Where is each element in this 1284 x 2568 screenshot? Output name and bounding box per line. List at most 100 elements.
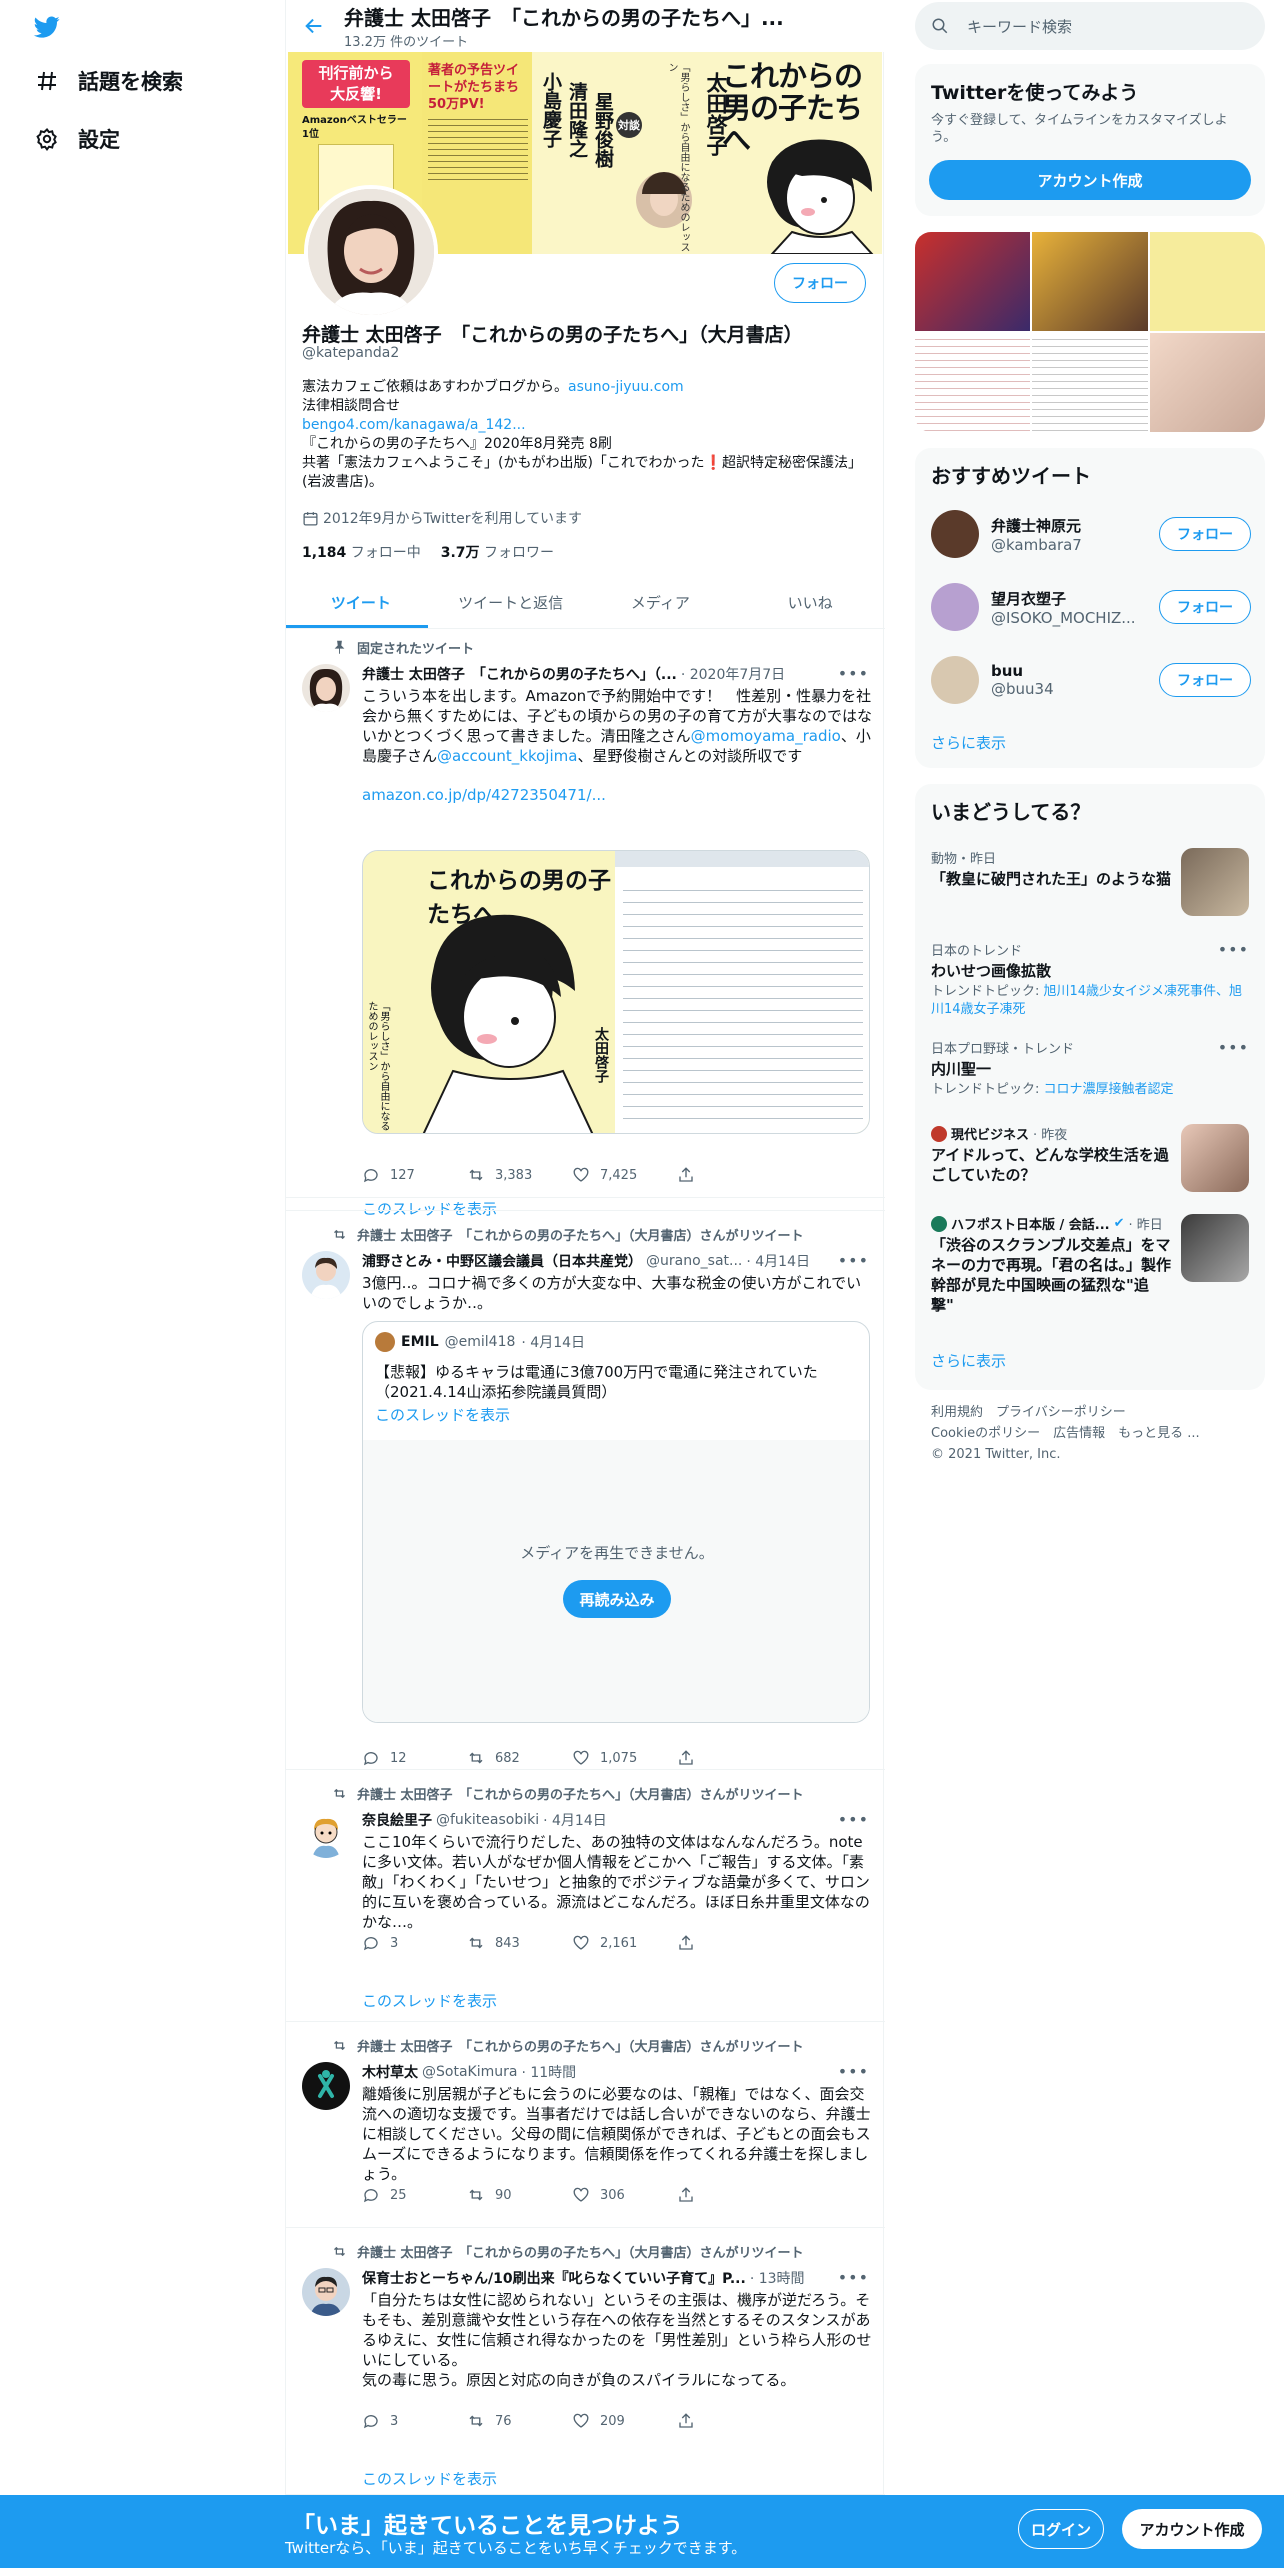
recommend-show-more[interactable]: さらに表示 <box>931 732 1006 753</box>
tweet-author-name[interactable]: 弁護士 太田啓子 「これからの男の子たちへ」（... <box>362 664 677 684</box>
tweet-author-name[interactable]: 奈良絵里子 <box>362 1810 432 1830</box>
recommend-follow-button[interactable]: フォロー <box>1159 517 1251 551</box>
trends-show-more[interactable]: さらに表示 <box>931 1350 1006 1371</box>
mention-link[interactable]: @account_kkojima <box>437 747 577 765</box>
trend-item[interactable]: 日本プロ野球・トレンド 内川聖一 トレンドトピック: コロナ濃厚接触者認定 <box>931 1038 1251 1099</box>
tweet-author-name[interactable]: 保育士おとーちゃん/10刷出来『叱らなくていい子育て』P... <box>362 2268 746 2288</box>
tab-media[interactable]: メディア <box>586 577 736 628</box>
login-button[interactable]: ログイン <box>1018 2509 1104 2549</box>
reload-button[interactable]: 再読み込み <box>563 1580 671 1618</box>
search-input[interactable]: キーワード検索 <box>967 16 1072 37</box>
retweet-button[interactable]: 682 <box>467 1749 572 1767</box>
retweet-button[interactable]: 76 <box>467 2412 572 2430</box>
tab-likes[interactable]: いいね <box>735 577 885 628</box>
tweet-retweet-hoikushi[interactable]: 弁護士 太田啓子 「これからの男の子たちへ」（大月書店）さんがリツイート 保育士… <box>286 2228 885 2495</box>
tab-tweets[interactable]: ツイート <box>286 577 436 628</box>
tab-tweets-replies[interactable]: ツイートと返信 <box>436 577 586 628</box>
media-thumb-2[interactable] <box>1032 232 1148 331</box>
trend-item[interactable]: 日本のトレンド わいせつ画像拡散 トレンドトピック: 旭川14歳少女イジメ凍死事… <box>931 940 1251 1019</box>
tweet-time[interactable]: · 13時間 <box>750 2268 805 2288</box>
tweet-retweet-nara[interactable]: 弁護士 太田啓子 「これからの男の子たちへ」（大月書店）さんがリツイート 奈良絵… <box>286 1770 885 2022</box>
trend-sub-link[interactable]: コロナ濃厚接触者認定 <box>1044 1082 1174 1097</box>
more-icon[interactable]: ••• <box>838 1251 869 1270</box>
following-link[interactable]: 1,184 フォロー中 <box>302 542 421 562</box>
tweet-pinned[interactable]: 固定されたツイート 弁護士 太田啓子 「これからの男の子たちへ」（... · 2… <box>286 630 885 1218</box>
media-thumb-3[interactable] <box>1149 232 1265 331</box>
tweet-link[interactable]: amazon.co.jp/dp/4272350471/... <box>362 786 872 804</box>
more-icon[interactable]: ••• <box>838 1810 869 1829</box>
footer-line1[interactable]: 利用規約 プライバシーポリシー <box>931 1402 1251 1423</box>
tweet-retweet-kimura[interactable]: 弁護士 太田啓子 「これからの男の子たちへ」（大月書店）さんがリツイート 木村草… <box>286 2022 885 2228</box>
share-button[interactable] <box>677 1749 782 1767</box>
like-button[interactable]: 7,425 <box>572 1166 677 1184</box>
more-icon[interactable]: ••• <box>838 664 869 683</box>
media-thumb-6[interactable] <box>1149 333 1265 432</box>
retweet-button[interactable]: 90 <box>467 2186 572 2204</box>
more-icon[interactable]: ••• <box>1218 940 1249 959</box>
more-icon[interactable]: ••• <box>838 2268 869 2287</box>
trend-item[interactable]: 動物・昨日 「教皇に破門された王」のような猫 <box>931 848 1171 889</box>
share-button[interactable] <box>677 1934 782 1952</box>
recommend-user[interactable]: buu @buu34 フォロー <box>931 650 1251 710</box>
profile-bio-link1[interactable]: asuno-jiyuu.com <box>568 379 684 395</box>
profile-avatar[interactable] <box>304 185 438 319</box>
quoted-tweet[interactable]: EMIL @emil418 · 4月14日 【悲報】ゆるキャラは電通に3億700… <box>362 1321 870 1723</box>
show-thread-link[interactable]: このスレッドを表示 <box>362 2468 497 2489</box>
reply-button[interactable]: 12 <box>362 1749 467 1767</box>
share-button[interactable] <box>677 1166 782 1184</box>
mention-link[interactable]: @momoyama_radio <box>691 727 841 745</box>
twitter-logo-icon[interactable] <box>32 14 62 40</box>
tweet-author-name[interactable]: 浦野さとみ・中野区議会議員（日本共産党） <box>362 1251 642 1271</box>
recommend-user[interactable]: 弁護士神原元 @kambara7 フォロー <box>931 504 1251 564</box>
more-icon[interactable]: ••• <box>1218 1038 1249 1057</box>
media-thumb-4[interactable] <box>915 333 1031 432</box>
like-button[interactable]: 2,161 <box>572 1934 677 1952</box>
signup-bottom-button[interactable]: アカウント作成 <box>1122 2509 1262 2549</box>
quoted-show-thread[interactable]: このスレッドを表示 <box>363 1402 869 1427</box>
tweet-media-image[interactable]: これからの男の子たちへ 「男らしさ」から自由になるためのレッスン 太田啓子 <box>362 850 870 1134</box>
search-box[interactable]: キーワード検索 <box>915 2 1265 50</box>
retweet-button[interactable]: 843 <box>467 1934 572 1952</box>
profile-bio-link2[interactable]: bengo4.com/kanagawa/a_142... <box>302 416 872 435</box>
recommend-follow-button[interactable]: フォロー <box>1159 590 1251 624</box>
tweet-avatar[interactable] <box>302 1251 350 1299</box>
tweet-time[interactable]: · 4月14日 <box>746 1251 810 1271</box>
like-button[interactable]: 306 <box>572 2186 677 2204</box>
media-grid[interactable] <box>915 232 1265 432</box>
tweet-time[interactable]: · 11時間 <box>521 2062 576 2082</box>
media-thumb-1[interactable] <box>915 232 1031 331</box>
retweet-button[interactable]: 3,383 <box>467 1166 572 1184</box>
tweet-retweet-urano[interactable]: 弁護士 太田啓子 「これからの男の子たちへ」（大月書店）さんがリツイート 浦野さ… <box>286 1210 885 1770</box>
more-icon[interactable]: ••• <box>838 2062 869 2081</box>
media-thumb-5[interactable] <box>1032 333 1148 432</box>
profile-follow-button[interactable]: フォロー <box>774 263 866 303</box>
like-button[interactable]: 1,075 <box>572 1749 677 1767</box>
tweet-time[interactable]: · 2020年7月7日 <box>681 664 785 684</box>
tweet-time[interactable]: · 4月14日 <box>543 1810 607 1830</box>
show-thread-link[interactable]: このスレッドを表示 <box>362 1990 497 2011</box>
nav-explore[interactable]: 話題を検索 <box>34 66 183 96</box>
signup-button[interactable]: アカウント作成 <box>929 160 1251 200</box>
back-arrow-icon[interactable] <box>294 6 334 46</box>
trend-item[interactable]: ハフポスト日本版 / 会話... ✔ · 昨日 「渋谷のスクランブル交差点」をマネー… <box>931 1214 1171 1315</box>
tweet-avatar[interactable] <box>302 2062 350 2110</box>
share-button[interactable] <box>677 2412 782 2430</box>
tweet-author-name[interactable]: 木村草太 <box>362 2062 418 2082</box>
reply-button[interactable]: 3 <box>362 1934 467 1952</box>
followers-link[interactable]: 3.7万 フォロワー <box>441 542 554 562</box>
tweet-author-handle[interactable]: @SotaKimura <box>422 2064 517 2080</box>
reply-button[interactable]: 25 <box>362 2186 467 2204</box>
tweet-avatar[interactable] <box>302 664 350 712</box>
recommend-user[interactable]: 望月衣塑子 @ISOKO_MOCHIZ... フォロー <box>931 577 1251 637</box>
recommend-follow-button[interactable]: フォロー <box>1159 663 1251 697</box>
tweet-avatar[interactable] <box>302 1810 350 1858</box>
trend-item[interactable]: 現代ビジネス · 昨夜 アイドルって、どんな学校生活を過ごしていたの？ <box>931 1124 1171 1185</box>
nav-settings[interactable]: 設定 <box>34 124 120 154</box>
footer-line2[interactable]: Cookieのポリシー 広告情報 もっと見る ... <box>931 1423 1251 1444</box>
reply-button[interactable]: 3 <box>362 2412 467 2430</box>
reply-button[interactable]: 127 <box>362 1166 467 1184</box>
share-button[interactable] <box>677 2186 782 2204</box>
like-button[interactable]: 209 <box>572 2412 677 2430</box>
tweet-author-handle[interactable]: @fukiteasobiki <box>436 1812 539 1828</box>
tweet-author-handle[interactable]: @urano_sat... <box>646 1253 742 1269</box>
